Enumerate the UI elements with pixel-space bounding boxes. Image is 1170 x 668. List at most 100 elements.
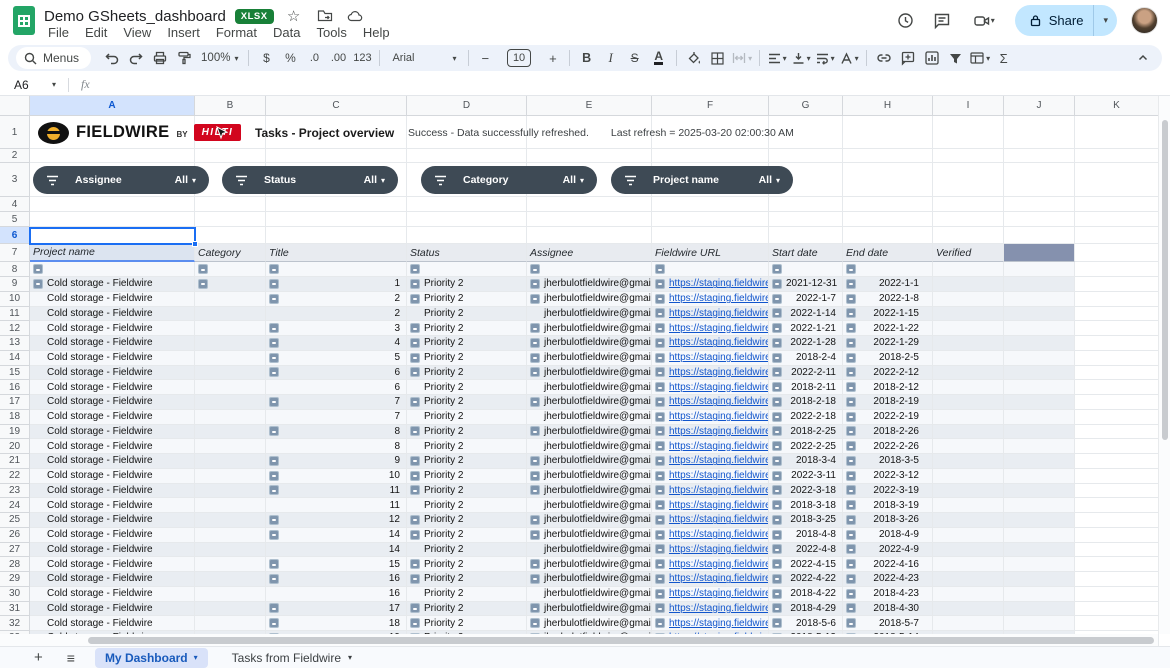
cell-B13[interactable] [195, 336, 266, 351]
fieldwire-url-link[interactable]: https://staging.fieldwire.c [669, 367, 769, 378]
cell-A11[interactable]: Cold storage - Fieldwire [30, 307, 195, 322]
cell-J1[interactable] [1004, 116, 1075, 149]
row-header-12[interactable]: 12 [0, 321, 30, 336]
cell-E12[interactable]: jherbulotfieldwire@gmail. [527, 321, 652, 336]
row-header-31[interactable]: 31 [0, 602, 30, 617]
fieldwire-url-link[interactable]: https://staging.fieldwire.c [669, 588, 769, 599]
cell-G20[interactable]: 2022-2-25 [769, 439, 843, 454]
functions-button[interactable]: Σ [993, 47, 1015, 69]
cell-C17[interactable]: 7 [266, 395, 407, 410]
row-header-8[interactable]: 8 [0, 262, 30, 277]
cell-H21[interactable]: 2018-3-5 [843, 454, 933, 469]
filter-pill-project-name[interactable]: Project name All▾ [611, 166, 793, 194]
cell-A26[interactable]: Cold storage - Fieldwire [30, 528, 195, 543]
cell-C22[interactable]: 10 [266, 469, 407, 484]
col-header-F[interactable]: F [652, 96, 769, 116]
row-header-15[interactable]: 15 [0, 366, 30, 381]
cell-H31[interactable]: 2018-4-30 [843, 602, 933, 617]
cell-D25[interactable]: Priority 2 [407, 513, 527, 528]
cell-G25[interactable]: 2018-3-25 [769, 513, 843, 528]
fieldwire-url-link[interactable]: https://staging.fieldwire.c [669, 337, 769, 348]
tab-tasks-from-fieldwire[interactable]: Tasks from Fieldwire▾ [224, 651, 360, 665]
horizontal-align-button[interactable]: ▾ [766, 47, 788, 69]
decrease-decimal-button[interactable]: .0 [303, 47, 325, 69]
cell-K5[interactable] [1075, 212, 1159, 227]
cell-C19[interactable]: 8 [266, 425, 407, 440]
cell-A24[interactable]: Cold storage - Fieldwire [30, 498, 195, 513]
borders-button[interactable] [707, 47, 729, 69]
cell-H20[interactable]: 2022-2-26 [843, 439, 933, 454]
cell-G32[interactable]: 2018-5-6 [769, 616, 843, 631]
cell-E14[interactable]: jherbulotfieldwire@gmail. [527, 351, 652, 366]
cell-J4[interactable] [1004, 197, 1075, 212]
row-header-2[interactable]: 2 [0, 149, 30, 163]
cell-K30[interactable] [1075, 587, 1159, 602]
cell-K4[interactable] [1075, 197, 1159, 212]
more-formats-button[interactable]: 123 [351, 47, 373, 69]
cell-E16[interactable]: jherbulotfieldwire@gmail. [527, 380, 652, 395]
cell-B12[interactable] [195, 321, 266, 336]
cell-H16[interactable]: 2018-2-12 [843, 380, 933, 395]
cell-F31[interactable]: https://staging.fieldwire.c [652, 602, 769, 617]
cell-J9[interactable] [1004, 277, 1075, 292]
cell-I7[interactable]: Verified [933, 244, 1004, 262]
cell-J14[interactable] [1004, 351, 1075, 366]
cell-B21[interactable] [195, 454, 266, 469]
cell-B15[interactable] [195, 366, 266, 381]
cell-C15[interactable]: 6 [266, 366, 407, 381]
cell-D17[interactable]: Priority 2 [407, 395, 527, 410]
cell-E23[interactable]: jherbulotfieldwire@gmail. [527, 484, 652, 499]
vertical-align-button[interactable]: ▾ [790, 47, 812, 69]
cell-F15[interactable]: https://staging.fieldwire.c [652, 366, 769, 381]
cell-D23[interactable]: Priority 2 [407, 484, 527, 499]
col-header-D[interactable]: D [407, 96, 527, 116]
cell-H11[interactable]: 2022-1-15 [843, 307, 933, 322]
document-title[interactable]: Demo GSheets_dashboard [44, 8, 226, 25]
cell-A9[interactable]: Cold storage - Fieldwire [30, 277, 195, 292]
menu-edit[interactable]: Edit [77, 24, 115, 41]
cell-E15[interactable]: jherbulotfieldwire@gmail. [527, 366, 652, 381]
cell-H12[interactable]: 2022-1-22 [843, 321, 933, 336]
cell-I2[interactable] [933, 149, 1004, 163]
row-header-17[interactable]: 17 [0, 395, 30, 410]
cell-B4[interactable] [195, 197, 266, 212]
cell-A31[interactable]: Cold storage - Fieldwire [30, 602, 195, 617]
all-sheets-icon[interactable]: ≡ [67, 650, 75, 666]
cell-D16[interactable]: Priority 2 [407, 380, 527, 395]
cell-D15[interactable]: Priority 2 [407, 366, 527, 381]
cell-F26[interactable]: https://staging.fieldwire.c [652, 528, 769, 543]
menu-insert[interactable]: Insert [159, 24, 208, 41]
row-header-26[interactable]: 26 [0, 528, 30, 543]
cell-I12[interactable] [933, 321, 1004, 336]
cell-E18[interactable]: jherbulotfieldwire@gmail. [527, 410, 652, 425]
cell-I9[interactable] [933, 277, 1004, 292]
col-header-C[interactable]: C [266, 96, 407, 116]
cell-C16[interactable]: 6 [266, 380, 407, 395]
cell-D22[interactable]: Priority 2 [407, 469, 527, 484]
cell-C9[interactable]: 1 [266, 277, 407, 292]
cell-E8[interactable] [527, 262, 652, 277]
cell-E32[interactable]: jherbulotfieldwire@gmail. [527, 616, 652, 631]
undo-button[interactable] [101, 47, 123, 69]
cell-I18[interactable] [933, 410, 1004, 425]
cell-I27[interactable] [933, 543, 1004, 558]
cell-J13[interactable] [1004, 336, 1075, 351]
cell-I14[interactable] [933, 351, 1004, 366]
cell-E10[interactable]: jherbulotfieldwire@gmail. [527, 292, 652, 307]
cell-C21[interactable]: 9 [266, 454, 407, 469]
cell-F19[interactable]: https://staging.fieldwire.c [652, 425, 769, 440]
cell-G24[interactable]: 2018-3-18 [769, 498, 843, 513]
cell-C28[interactable]: 15 [266, 557, 407, 572]
cell-I1[interactable] [933, 116, 1004, 149]
row-header-32[interactable]: 32 [0, 616, 30, 631]
cell-J28[interactable] [1004, 557, 1075, 572]
cell-D5[interactable] [407, 212, 527, 227]
vertical-scrollbar[interactable] [1158, 96, 1170, 634]
cell-A13[interactable]: Cold storage - Fieldwire [30, 336, 195, 351]
cell-K7[interactable] [1075, 244, 1159, 262]
cell-F25[interactable]: https://staging.fieldwire.c [652, 513, 769, 528]
row-header-3[interactable]: 3 [0, 163, 30, 197]
cell-G13[interactable]: 2022-1-28 [769, 336, 843, 351]
cell-J18[interactable] [1004, 410, 1075, 425]
cell-H32[interactable]: 2018-5-7 [843, 616, 933, 631]
